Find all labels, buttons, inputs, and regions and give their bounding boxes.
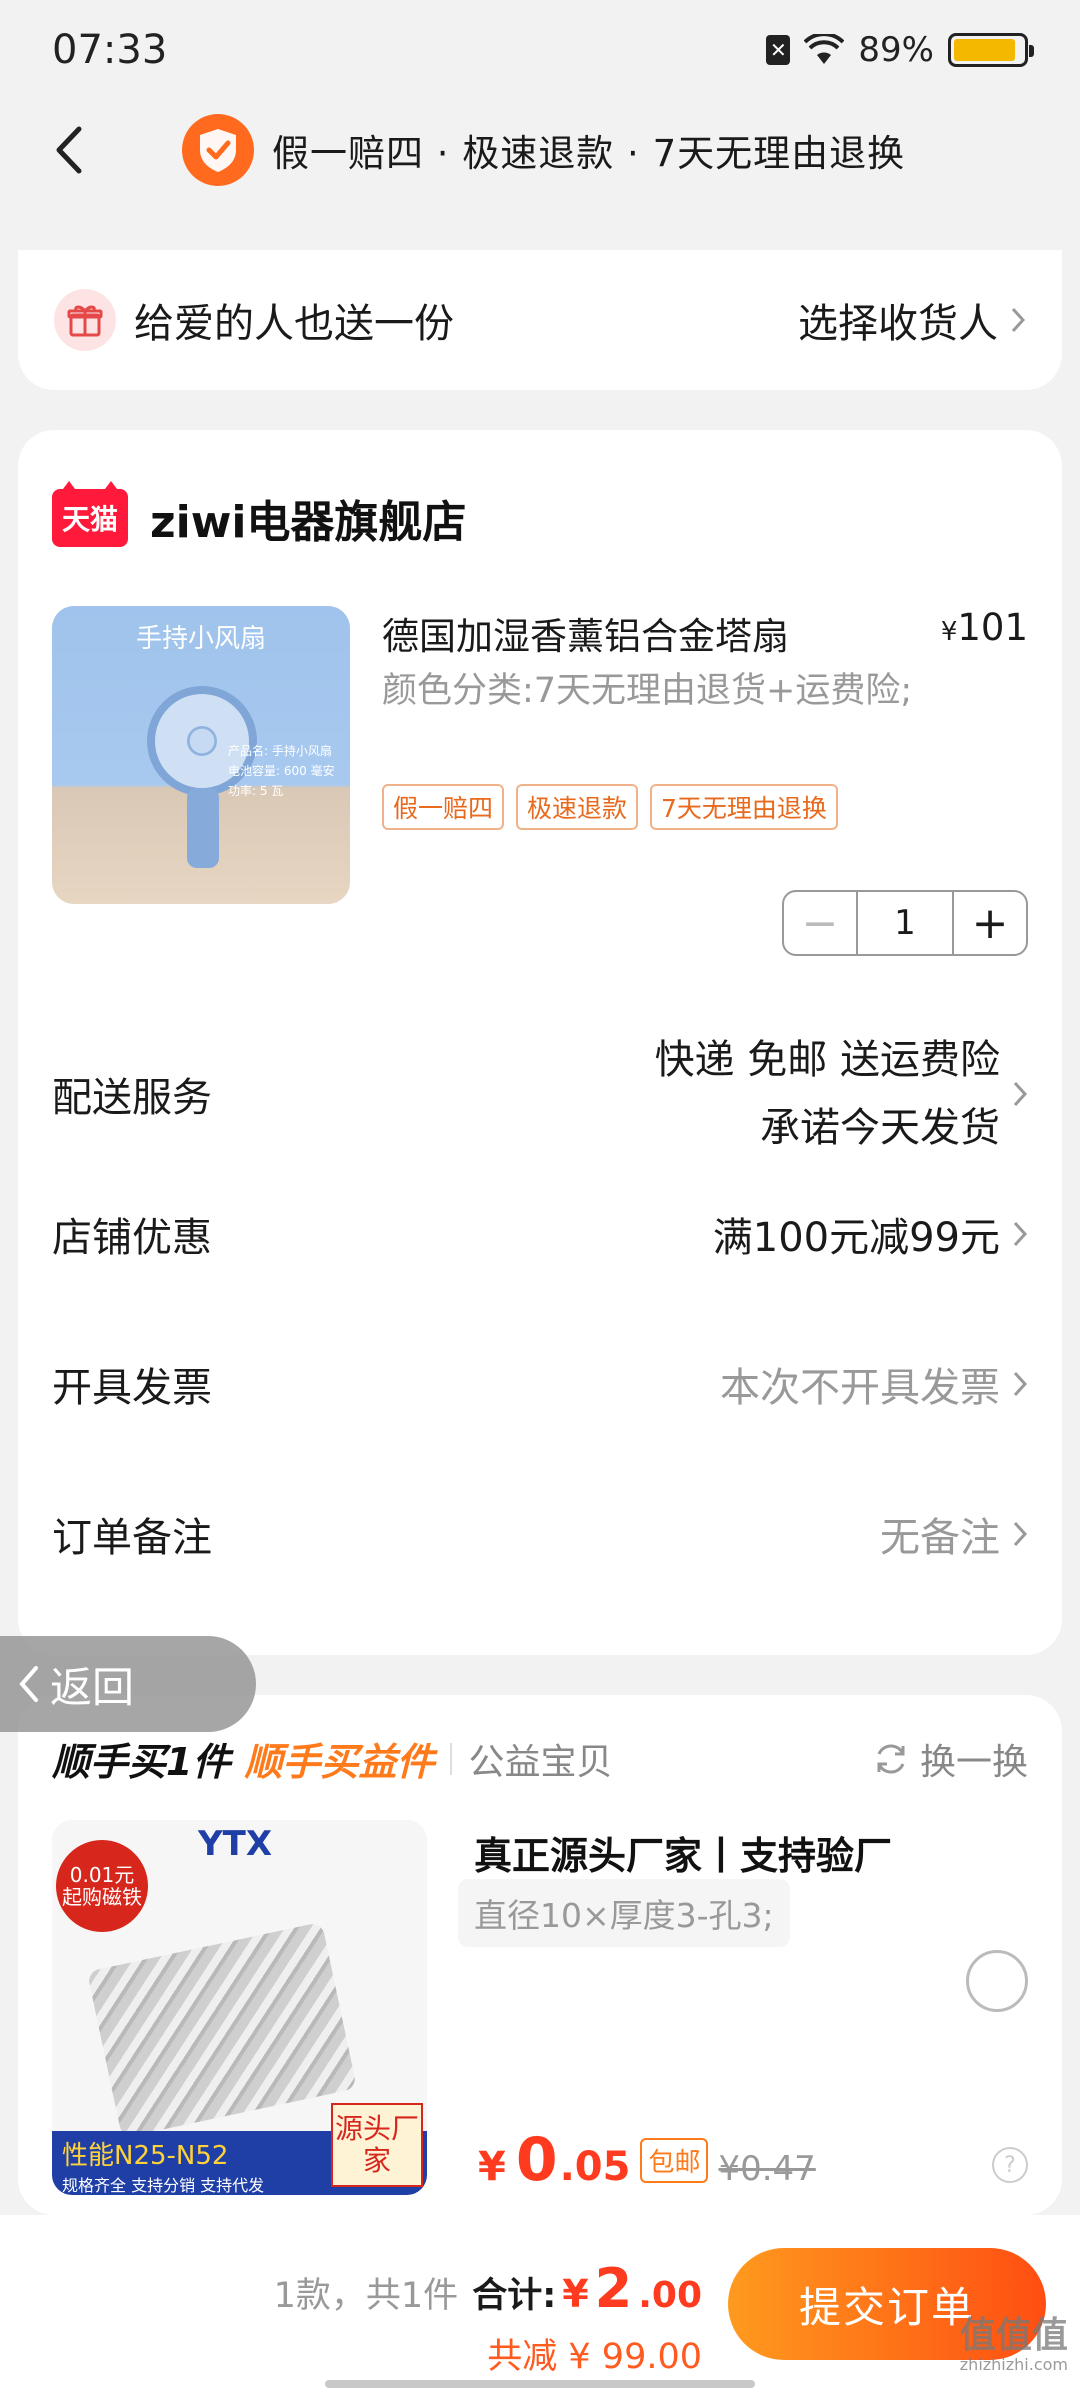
chevron-left-icon — [19, 1666, 38, 1702]
chevron-right-icon — [1013, 1521, 1028, 1547]
coupon-value: 满100元减99元 — [713, 1205, 1028, 1263]
return-label: 返回 — [50, 1662, 135, 1712]
shield-check-icon — [182, 114, 254, 186]
price-badge: 0.01元 起购磁铁 — [56, 1840, 148, 1932]
add-on-card: 顺手买1件 顺手买益件 公益宝贝 换一换 YTX 0.01元 起购磁铁 性能N2… — [18, 1695, 1062, 2215]
origin-factory-badge: 源头厂家 — [331, 2103, 423, 2187]
quantity-value[interactable]: 1 — [856, 892, 954, 954]
nav-header: 假一赔四 · 极速退款 · 7天无理由退换 — [0, 100, 1080, 200]
order-card: 天猫 ziwi电器旗舰店 手持小风扇 产品名: 手持小风扇 电池容量: 600 … — [18, 430, 1062, 1655]
gift-row[interactable]: 给爱的人也送一份 选择收货人 — [18, 250, 1062, 390]
store-header[interactable]: 天猫 ziwi电器旗舰店 — [52, 481, 467, 550]
battery-icon — [948, 33, 1034, 67]
invoice-value: 本次不开具发票 — [720, 1355, 1028, 1413]
add-on-title: 顺手买1件 — [52, 1740, 231, 1784]
add-on-header: 顺手买1件 顺手买益件 公益宝贝 换一换 — [52, 1731, 1028, 1786]
coupon-label: 店铺优惠 — [52, 1215, 212, 1261]
tag-fake-compensation: 假一赔四 — [382, 784, 505, 830]
status-indicators: ✕ 89% — [766, 30, 1034, 70]
fan-handle-illustration — [187, 788, 219, 868]
delivery-line1: 快递 免邮 送运费险 — [654, 1037, 1000, 1083]
quantity-stepper: − 1 + — [782, 890, 1028, 956]
chevron-right-icon — [1013, 1221, 1028, 1247]
invoice-label: 开具发票 — [52, 1365, 212, 1411]
order-summary: 1款，共1件 合计: ¥2.00 共减 ¥ 99.00 — [273, 2257, 702, 2377]
charity-label: 公益宝贝 — [468, 1741, 613, 1783]
no-sim-icon: ✕ — [766, 35, 791, 65]
remark-value: 无备注 — [880, 1505, 1028, 1563]
return-button[interactable]: 返回 — [0, 1636, 256, 1732]
add-on-product-image[interactable]: YTX 0.01元 起购磁铁 性能N25-N52 规格齐全 支持分销 支持代发 … — [52, 1820, 427, 2195]
original-price: ¥0.47 — [718, 2149, 816, 2189]
divider — [450, 1742, 453, 1775]
product-sku[interactable]: 颜色分类:7天无理由退货+运费险; — [382, 666, 942, 716]
total-amount: 2 — [594, 2257, 633, 2320]
magnet-stack-illustration — [86, 1921, 358, 2139]
increase-button[interactable]: + — [954, 892, 1026, 954]
product-title[interactable]: 德国加湿香薰铝合金塔扇 — [382, 606, 789, 660]
add-on-price: ¥ 0 .05 包邮 ¥0.47 — [478, 2125, 816, 2195]
chevron-right-icon — [1011, 307, 1026, 333]
wifi-icon — [804, 34, 845, 64]
help-icon[interactable]: ? — [992, 2147, 1028, 2183]
delivery-line2: 承诺今天发货 — [760, 1105, 1000, 1151]
home-indicator[interactable] — [325, 2380, 755, 2388]
back-button[interactable] — [38, 120, 98, 180]
delivery-value: 快递 免邮 送运费险 承诺今天发货 — [655, 1030, 1028, 1158]
total-label: 合计: — [472, 2276, 557, 2316]
refresh-icon — [877, 1744, 905, 1773]
brand-logo: YTX — [198, 1824, 273, 1864]
battery-percent: 89% — [858, 30, 934, 70]
tmall-logo: 天猫 — [52, 481, 128, 547]
choose-recipient-link[interactable]: 选择收货人 — [798, 291, 1026, 349]
guarantee-text: 假一赔四 · 极速退款 · 7天无理由退换 — [272, 132, 906, 175]
tag-7day-return: 7天无理由退换 — [650, 784, 838, 830]
status-bar: 07:33 ✕ 89% — [0, 0, 1080, 100]
product-image-caption: 手持小风扇 — [135, 624, 266, 654]
store-name: ziwi电器旗舰店 — [150, 497, 467, 548]
chevron-right-icon — [1013, 1081, 1028, 1107]
order-remark-row[interactable]: 订单备注 无备注 — [52, 1505, 1028, 1563]
add-on-charity-title: 顺手买益件 — [244, 1740, 435, 1784]
store-coupon-row[interactable]: 店铺优惠 满100元减99元 — [52, 1205, 1028, 1263]
add-on-product-name[interactable]: 真正源头厂家丨支持验厂 — [474, 1825, 892, 1880]
remark-label: 订单备注 — [52, 1515, 212, 1561]
free-shipping-tag: 包邮 — [640, 2137, 709, 2183]
status-time: 07:33 — [52, 27, 168, 73]
gift-icon — [54, 289, 116, 351]
total-discount: 共减 ¥ 99.00 — [487, 2337, 702, 2377]
product-image-specs: 产品名: 手持小风扇 电池容量: 600 毫安 功率: 5 瓦 — [228, 744, 335, 798]
item-count: 1款，共1件 — [273, 2276, 459, 2316]
product-price: ¥101 — [940, 606, 1028, 649]
swap-button[interactable]: 换一换 — [872, 1733, 1028, 1785]
gift-label: 给爱的人也送一份 — [134, 301, 454, 347]
add-on-product-spec[interactable]: 直径10×厚度3-孔3; — [458, 1879, 790, 1947]
delivery-service-row[interactable]: 配送服务 快递 免邮 送运费险 承诺今天发货 — [52, 1030, 1028, 1158]
watermark: 值值值 zhizhizhi.com — [959, 2315, 1068, 2374]
product-image[interactable]: 手持小风扇 产品名: 手持小风扇 电池容量: 600 毫安 功率: 5 瓦 — [52, 606, 350, 904]
delivery-label: 配送服务 — [52, 1075, 212, 1121]
guarantee-banner: 假一赔四 · 极速退款 · 7天无理由退换 — [182, 110, 905, 190]
tag-fast-refund: 极速退款 — [516, 784, 639, 830]
add-on-select-checkbox[interactable] — [966, 1950, 1028, 2012]
checkout-bar: 1款，共1件 合计: ¥2.00 共减 ¥ 99.00 提交订单 — [0, 2215, 1080, 2400]
choose-recipient-label: 选择收货人 — [798, 301, 998, 347]
chevron-right-icon — [1013, 1371, 1028, 1397]
chevron-left-icon — [56, 126, 82, 174]
decrease-button[interactable]: − — [784, 892, 856, 954]
invoice-row[interactable]: 开具发票 本次不开具发票 — [52, 1355, 1028, 1413]
service-tags: 假一赔四 极速退款 7天无理由退换 — [382, 784, 838, 830]
battery-level — [954, 39, 1015, 61]
swap-label: 换一换 — [919, 1741, 1028, 1783]
